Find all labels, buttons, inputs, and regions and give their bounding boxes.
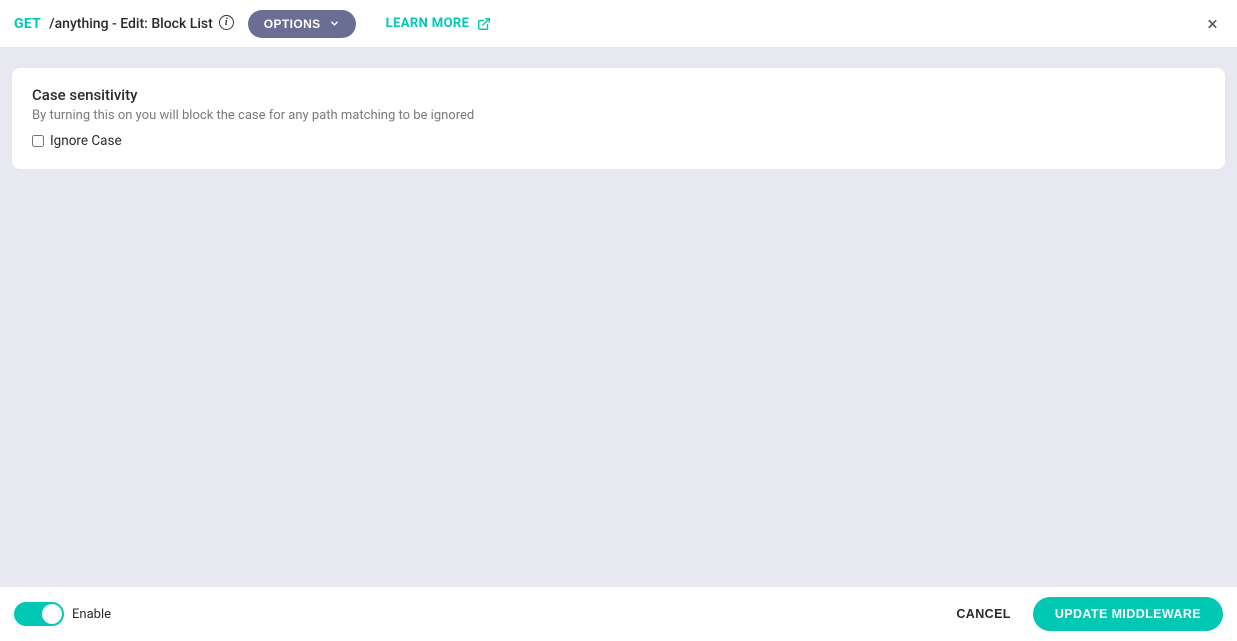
enable-label: Enable [72, 607, 111, 622]
toggle-knob [42, 604, 62, 624]
http-method-badge: GET [14, 16, 41, 32]
card-title: Case sensitivity [32, 86, 1205, 104]
page-header: GET /anything - Edit: Block List i OPTIO… [0, 0, 1237, 48]
ignore-case-label: Ignore Case [50, 133, 122, 149]
close-button[interactable] [1202, 13, 1223, 34]
external-link-icon [477, 17, 491, 31]
chevron-down-icon [329, 18, 340, 29]
ignore-case-row[interactable]: Ignore Case [32, 133, 1205, 149]
options-button[interactable]: OPTIONS [248, 10, 356, 38]
content-area: Case sensitivity By turning this on you … [0, 48, 1237, 586]
page-footer: Enable CANCEL UPDATE MIDDLEWARE [0, 586, 1237, 641]
card-description: By turning this on you will block the ca… [32, 108, 1205, 123]
close-icon [1206, 17, 1219, 30]
enable-toggle[interactable] [14, 602, 64, 626]
enable-toggle-wrap: Enable [14, 602, 111, 626]
cancel-button[interactable]: CANCEL [956, 607, 1010, 621]
info-icon[interactable]: i [219, 15, 234, 30]
case-sensitivity-card: Case sensitivity By turning this on you … [12, 68, 1225, 169]
options-button-label: OPTIONS [264, 17, 321, 31]
update-middleware-button[interactable]: UPDATE MIDDLEWARE [1033, 597, 1223, 631]
page-title: /anything - Edit: Block List [49, 16, 213, 32]
footer-actions: CANCEL UPDATE MIDDLEWARE [956, 597, 1223, 631]
learn-more-label: LEARN MORE [386, 16, 470, 31]
learn-more-link[interactable]: LEARN MORE [386, 16, 492, 31]
ignore-case-checkbox[interactable] [32, 135, 44, 147]
